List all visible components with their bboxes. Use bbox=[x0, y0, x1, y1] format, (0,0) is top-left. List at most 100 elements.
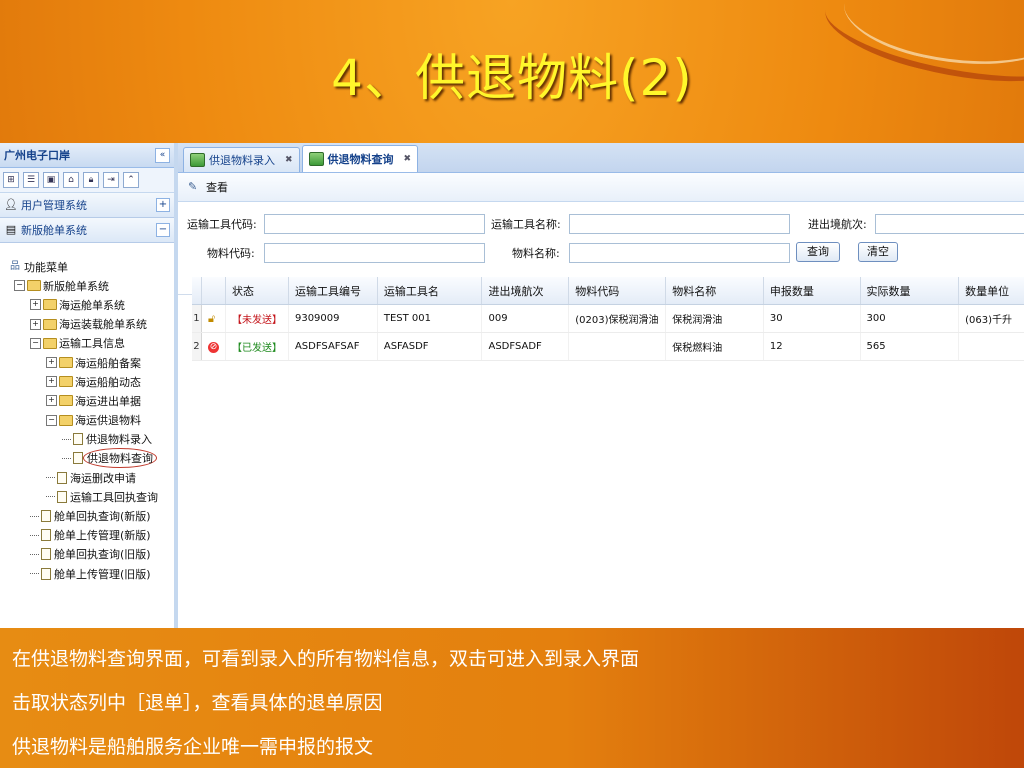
folder-icon bbox=[43, 318, 57, 330]
scroll-up-icon[interactable]: ⌃ bbox=[123, 172, 139, 188]
material-name-input[interactable] bbox=[569, 243, 790, 263]
tree-item[interactable]: 舱单上传管理(旧版) bbox=[10, 564, 174, 583]
lock-icon[interactable]: 🔒︎ bbox=[83, 172, 99, 188]
status-cell[interactable]: 【未发送】 bbox=[225, 304, 289, 333]
clear-button[interactable]: 清空 bbox=[858, 242, 898, 262]
vessel-name-cell: TEST 001 bbox=[377, 304, 483, 333]
column-header[interactable]: 状态 bbox=[225, 277, 289, 305]
no-entry-icon[interactable]: ⊘ bbox=[207, 341, 219, 353]
material-code-input[interactable] bbox=[264, 243, 485, 263]
folder-icon bbox=[43, 299, 57, 311]
tree-connector bbox=[62, 457, 71, 459]
column-header[interactable]: 运输工具名 bbox=[377, 277, 483, 305]
material-code-label: 物料代码: bbox=[207, 247, 255, 260]
accordion-manifest-system[interactable]: ▤ 新版舱单系统 − bbox=[0, 218, 174, 243]
tree-item-label: 舱单上传管理(新版) bbox=[54, 529, 151, 543]
column-header[interactable]: 数量单位 bbox=[958, 277, 1024, 305]
expand-node-icon[interactable]: + bbox=[30, 318, 41, 330]
tree-item[interactable]: − 新版舱单系统 bbox=[10, 276, 174, 295]
close-tab-icon[interactable]: ✖ bbox=[285, 155, 293, 165]
collapse-node-icon[interactable]: − bbox=[14, 280, 25, 292]
column-header[interactable]: 申报数量 bbox=[763, 277, 861, 305]
unlock-icon[interactable]: 🔓︎ bbox=[208, 312, 218, 325]
voyage-input[interactable] bbox=[875, 214, 1024, 234]
collapse-panel-button[interactable]: « bbox=[155, 147, 170, 163]
tree-item[interactable]: 舱单回执查询(新版) bbox=[10, 506, 174, 525]
tree-item[interactable]: 海运删改申请 bbox=[10, 468, 174, 487]
tree-item-label: 运输工具回执查询 bbox=[70, 490, 158, 504]
row-icon-cell: 🔓︎ bbox=[201, 304, 226, 333]
column-header[interactable]: 进出境航次 bbox=[481, 277, 570, 305]
query-button[interactable]: 查询 bbox=[796, 242, 840, 262]
column-header[interactable]: 运输工具编号 bbox=[288, 277, 378, 305]
list-icon[interactable]: ☰ bbox=[23, 172, 39, 188]
voyage-cell: 009 bbox=[481, 304, 570, 333]
caption-line: 供退物料是船舶服务企业唯一需申报的报文 bbox=[12, 736, 374, 758]
table-row[interactable]: 1 🔓︎ 【未发送】 9309009 TEST 001 009 (0203)保税… bbox=[192, 304, 1024, 333]
vessel-name-input[interactable] bbox=[569, 214, 790, 234]
column-header[interactable]: 实际数量 bbox=[860, 277, 960, 305]
slide-caption-band: 在供退物料查询界面，可看到录入的所有物料信息，双击可进入到录入界面 击取状态列中… bbox=[0, 628, 1024, 768]
document-icon bbox=[41, 529, 51, 542]
accordion-user-management[interactable]: 👤︎ 用户管理系统 + bbox=[0, 193, 174, 218]
tree-item-label: 海运删改申请 bbox=[70, 471, 136, 485]
tree-item[interactable]: 供退物料录入 bbox=[10, 430, 174, 449]
tab-material-query[interactable]: 供退物料查询 ✖ bbox=[301, 145, 419, 172]
close-tab-icon[interactable]: ✖ bbox=[404, 154, 412, 164]
view-button[interactable]: 查看 bbox=[206, 179, 228, 195]
column-header[interactable]: 物料代码 bbox=[568, 277, 667, 305]
collapse-toggle[interactable]: − bbox=[156, 223, 170, 237]
tree-item[interactable]: + 海运装载舱单系统 bbox=[10, 315, 174, 334]
manifest-icon: ▤ bbox=[5, 223, 17, 236]
left-navigation-panel: 广州电子口岸 « ⊞ ☰ ▣ ⌂ 🔒︎ ⇥ ⌃ 👤︎ 用户管理系统 + ▤ 新版… bbox=[0, 143, 178, 628]
tree-item[interactable]: 运输工具回执查询 bbox=[10, 487, 174, 506]
tree-root[interactable]: 品 功能菜单 bbox=[10, 257, 174, 276]
main-content-panel: 供退物料录入 ✖ 供退物料查询 ✖ ✎ 查看 运输工具代码: 运输工具名称: 进… bbox=[178, 143, 1024, 628]
tab-material-entry[interactable]: 供退物料录入 ✖ bbox=[183, 147, 300, 172]
caption-line: 击取状态列中［退单］，查看具体的退单原因 bbox=[12, 692, 383, 714]
exit-icon[interactable]: ⇥ bbox=[103, 172, 119, 188]
actual-qty-cell: 565 bbox=[860, 332, 960, 361]
expand-node-icon[interactable]: + bbox=[46, 357, 57, 369]
expand-node-icon[interactable]: + bbox=[46, 376, 57, 388]
material-code-cell: (0203)保税润滑油 bbox=[568, 304, 667, 333]
tree-item[interactable]: + 海运船舶备案 bbox=[10, 353, 174, 372]
tree-item[interactable]: 供退物料查询 bbox=[10, 448, 174, 469]
tree-item-label: 新版舱单系统 bbox=[43, 279, 109, 293]
home-icon[interactable]: ⌂ bbox=[63, 172, 79, 188]
document-icon bbox=[57, 471, 67, 484]
tree-item[interactable]: − 海运供退物料 bbox=[10, 411, 174, 430]
tree-item[interactable]: − 运输工具信息 bbox=[10, 334, 174, 353]
expand-toggle[interactable]: + bbox=[156, 198, 170, 212]
window-icon[interactable]: ▣ bbox=[43, 172, 59, 188]
expand-node-icon[interactable]: + bbox=[46, 395, 57, 407]
tree-item[interactable]: 舱单上传管理(新版) bbox=[10, 526, 174, 545]
expand-node-icon[interactable]: + bbox=[30, 299, 41, 311]
collapse-node-icon[interactable]: − bbox=[46, 414, 57, 426]
folder-icon bbox=[59, 395, 73, 407]
accordion-label: 新版舱单系统 bbox=[21, 224, 87, 237]
tree-item-label: 舱单回执查询(旧版) bbox=[54, 548, 151, 562]
tree-item[interactable]: + 海运船舶动态 bbox=[10, 372, 174, 391]
collapse-node-icon[interactable]: − bbox=[30, 337, 41, 349]
grid-header-row: 状态 运输工具编号 运输工具名 进出境航次 物料代码 物料名称 申报数量 实际数… bbox=[192, 277, 1024, 305]
tab-bar: 供退物料录入 ✖ 供退物料查询 ✖ bbox=[178, 143, 1024, 173]
left-panel-header: 广州电子口岸 « bbox=[0, 143, 174, 168]
tab-label: 供退物料查询 bbox=[327, 153, 394, 166]
folder-icon bbox=[43, 337, 57, 349]
tree-connector bbox=[30, 573, 39, 575]
document-icon bbox=[73, 452, 83, 465]
tree-connector bbox=[30, 534, 39, 536]
document-icon bbox=[57, 490, 67, 503]
expand-all-icon[interactable]: ⊞ bbox=[3, 172, 19, 188]
left-panel-toolbar: ⊞ ☰ ▣ ⌂ 🔒︎ ⇥ ⌃ bbox=[0, 168, 174, 193]
vessel-code-input[interactable] bbox=[264, 214, 485, 234]
tree-item[interactable]: + 海运进出单据 bbox=[10, 391, 174, 410]
table-row[interactable]: 2 ⊘ 【已发送】 ASDFSAFSAF ASFASDF ASDFSADF 保税… bbox=[192, 332, 1024, 361]
tree-item[interactable]: 舱单回执查询(旧版) bbox=[10, 545, 174, 564]
folder-icon bbox=[27, 280, 41, 292]
column-header[interactable]: 物料名称 bbox=[665, 277, 764, 305]
status-cell[interactable]: 【已发送】 bbox=[225, 332, 289, 361]
tree-item[interactable]: + 海运舱单系统 bbox=[10, 295, 174, 314]
left-panel-title: 广州电子口岸 bbox=[4, 149, 70, 162]
